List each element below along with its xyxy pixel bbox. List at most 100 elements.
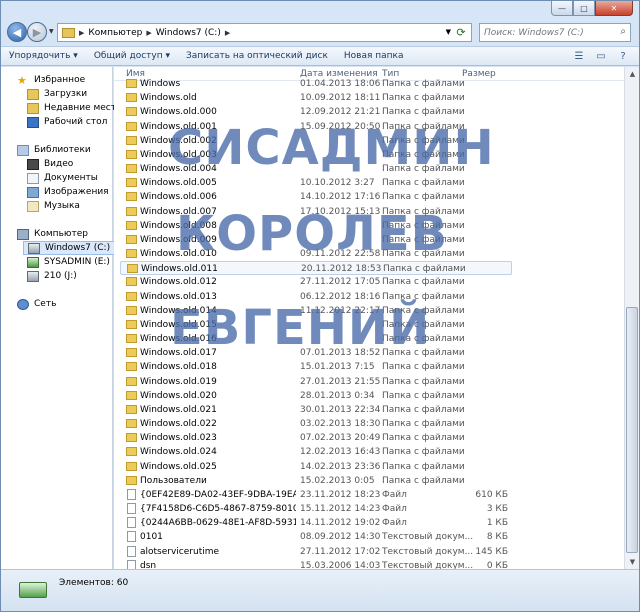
file-row[interactable]: dsn 15.03.2006 14:03 Текстовый докум... 0 К… <box>120 559 512 569</box>
nav-documents[interactable]: Документы <box>27 171 98 185</box>
nav-label: Избранное <box>34 75 86 85</box>
file-type: Папка с файлами <box>382 462 465 472</box>
folder-row[interactable]: Windows 01.04.2013 18:06 Папка с файлами <box>120 77 512 91</box>
folder-row[interactable]: Windows.old.006 14.10.2012 17:16 Папка с ф… <box>120 190 512 204</box>
file-name: Windows <box>140 79 181 89</box>
nav-drive-c[interactable]: Windows7 (C:) <box>23 241 116 255</box>
file-row[interactable]: {0EF42E89-DA02-43EF-9DBA-19EA5180D7... 23… <box>120 488 512 502</box>
file-type: Файл <box>382 504 407 514</box>
file-type: Папка с файлами <box>382 150 465 160</box>
folder-row[interactable]: Пользователи 15.02.2013 0:05 Папка с файла… <box>120 474 512 488</box>
chevron-right-icon[interactable]: ▶ <box>79 29 84 37</box>
folder-row[interactable]: Windows.old.012 27.11.2012 17:05 Папка с ф… <box>120 275 512 289</box>
file-type: Папка с файлами <box>382 334 465 344</box>
nav-images[interactable]: Изображения <box>27 185 109 199</box>
file-row[interactable]: 0101 08.09.2012 14:30 Текстовый докум... 8 … <box>120 530 512 544</box>
nav-video[interactable]: Видео <box>27 157 73 171</box>
file-name: alotservicerutime <box>140 547 220 557</box>
folder-row[interactable]: Windows.old.002 Папка с файлами <box>120 134 512 148</box>
folder-row[interactable]: Windows.old.001 15.09.2012 20:50 Папка с ф… <box>120 120 512 134</box>
file-row[interactable]: {7F4158D6-C6D5-4867-8759-8010B9D485... 15… <box>120 502 512 516</box>
file-name: Windows.old.015 <box>140 320 217 330</box>
folder-row[interactable]: Windows.old.019 27.01.2013 21:55 Папка с ф… <box>120 375 512 389</box>
help-icon[interactable]: ? <box>615 49 631 63</box>
folder-row[interactable]: Windows.old.008 Папка с файлами <box>120 219 512 233</box>
nav-recent-places[interactable]: Недавние места <box>27 101 122 115</box>
file-row[interactable]: alotservicerutime 27.11.2012 17:02 Текстов… <box>120 545 512 559</box>
new-folder-button[interactable]: Новая папка <box>344 51 404 61</box>
folder-row[interactable]: Windows.old.020 28.01.2013 0:34 Папка с фа… <box>120 389 512 403</box>
search-input[interactable] <box>484 27 609 38</box>
breadcrumb-computer[interactable]: Компьютер <box>88 28 142 38</box>
folder-row[interactable]: Windows.old.018 15.01.2013 7:15 Папка с фа… <box>120 360 512 374</box>
file-size: 3 КБ <box>486 504 508 514</box>
address-row: ◀ ▶ ▼ ▶ Компьютер ▶ Windows7 (C:) ▶ ▼ ⟳ … <box>5 21 635 45</box>
file-date: 15.11.2012 14:23 <box>300 504 381 514</box>
file-date: 08.09.2012 14:30 <box>300 532 381 542</box>
scrollbar-thumb[interactable] <box>626 307 638 553</box>
nav-music[interactable]: Музыка <box>27 199 80 213</box>
folder-row[interactable]: Windows.old.014 11.12.2012 22:17 Папка с ф… <box>120 304 512 318</box>
address-dropdown-icon[interactable]: ▼ <box>446 28 451 36</box>
maximize-button[interactable]: □ <box>573 1 595 16</box>
scroll-up-icon[interactable]: ▲ <box>625 67 640 81</box>
nav-desktop[interactable]: Рабочий стол <box>27 115 107 129</box>
nav-computer[interactable]: Компьютер <box>17 227 88 241</box>
organize-button[interactable]: Упорядочить ▾ <box>9 51 78 61</box>
folder-row[interactable]: Windows.old.024 12.02.2013 16:43 Папка с ф… <box>120 445 512 459</box>
preview-pane-icon[interactable]: ▭ <box>593 49 609 63</box>
breadcrumb-drive-c[interactable]: Windows7 (C:) <box>156 28 221 38</box>
back-button[interactable]: ◀ <box>7 22 27 42</box>
folder-row[interactable]: Windows.old.004 Папка с файлами <box>120 162 512 176</box>
vertical-scrollbar[interactable]: ▲ ▼ <box>624 67 639 569</box>
folder-row[interactable]: Windows.old.011 20.11.2012 18:53 Папка с ф… <box>120 261 512 275</box>
nav-downloads[interactable]: Загрузки <box>27 87 87 101</box>
folder-row[interactable]: Windows.old.016 Папка с файлами <box>120 332 512 346</box>
minimize-button[interactable]: — <box>551 1 573 16</box>
file-name: Windows.old.002 <box>140 136 217 146</box>
refresh-icon[interactable]: ⟳ <box>453 25 469 40</box>
folder-row[interactable]: Windows.old.017 07.01.2013 18:52 Папка с ф… <box>120 346 512 360</box>
folder-row[interactable]: Windows.old.010 09.11.2012 22:58 Папка с ф… <box>120 247 512 261</box>
folder-row[interactable]: Windows.old.003 Папка с файлами <box>120 148 512 162</box>
nav-libraries[interactable]: Библиотеки <box>17 143 91 157</box>
nav-network[interactable]: Сеть <box>17 297 56 311</box>
address-bar[interactable]: ▶ Компьютер ▶ Windows7 (C:) ▶ ▼ ⟳ <box>57 23 472 42</box>
folder-row[interactable]: Windows.old.013 06.12.2012 18:16 Папка с ф… <box>120 290 512 304</box>
folder-row[interactable]: Windows.old.007 17.10.2012 15:13 Папка с ф… <box>120 205 512 219</box>
nav-drive-e[interactable]: SYSADMIN (E:) <box>27 255 110 269</box>
nav-favorites[interactable]: ★ Избранное <box>17 73 85 87</box>
folder-row[interactable]: Windows.old.023 07.02.2013 20:49 Папка с ф… <box>120 431 512 445</box>
folder-row[interactable]: Windows.old.005 10.10.2012 3:27 Папка с фа… <box>120 176 512 190</box>
file-row[interactable]: {0244A6BB-0629-48E1-AF8D-5931157823... 14… <box>120 516 512 530</box>
folder-row[interactable]: Windows.old.025 14.02.2013 23:36 Папка с ф… <box>120 460 512 474</box>
close-button[interactable]: ✕ <box>595 1 633 16</box>
file-size: 610 КБ <box>475 490 508 500</box>
search-icon[interactable]: ⌕ <box>620 26 626 37</box>
file-name: Windows.old.025 <box>140 462 217 472</box>
file-type: Папка с файлами <box>382 405 465 415</box>
folder-row[interactable]: Windows.old.009 Папка с файлами <box>120 233 512 247</box>
file-name: {0244A6BB-0629-48E1-AF8D-5931157823... <box>140 518 296 528</box>
star-icon: ★ <box>17 73 27 87</box>
folder-row[interactable]: Windows.old 10.09.2012 18:11 Папка с файла… <box>120 91 512 105</box>
recent-pages-dropdown[interactable]: ▼ <box>49 28 54 35</box>
scroll-down-icon[interactable]: ▼ <box>625 555 640 569</box>
folder-row[interactable]: Windows.old.015 Папка с файлами <box>120 318 512 332</box>
folder-row[interactable]: Windows.old.021 30.01.2013 22:34 Папка с ф… <box>120 403 512 417</box>
chevron-right-icon[interactable]: ▶ <box>146 29 151 37</box>
share-button[interactable]: Общий доступ ▾ <box>94 51 170 61</box>
file-name: Windows.old.018 <box>140 362 217 372</box>
file-name: Windows.old.005 <box>140 178 217 188</box>
nav-drive-j[interactable]: 210 (J:) <box>27 269 77 283</box>
chevron-right-icon[interactable]: ▶ <box>225 29 230 37</box>
search-box[interactable]: ⌕ <box>479 23 631 42</box>
folder-row[interactable]: Windows.old.000 12.09.2012 21:21 Папка с ф… <box>120 105 512 119</box>
view-options-icon[interactable]: ☰ <box>571 49 587 63</box>
forward-button[interactable]: ▶ <box>27 22 47 42</box>
folder-row[interactable]: Windows.old.022 03.02.2013 18:30 Папка с ф… <box>120 417 512 431</box>
file-size: 0 КБ <box>486 561 508 569</box>
folder-icon <box>126 348 137 357</box>
burn-button[interactable]: Записать на оптический диск <box>186 51 328 61</box>
file-date: 23.11.2012 18:23 <box>300 490 381 500</box>
